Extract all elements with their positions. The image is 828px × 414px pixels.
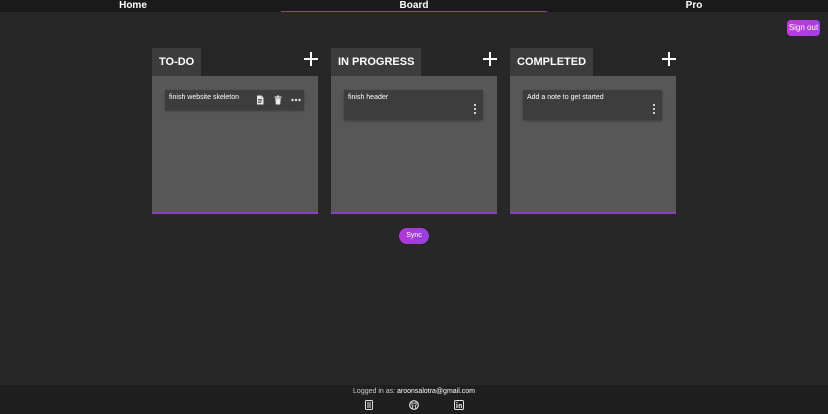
column-body: finish website skeleton [152, 76, 318, 214]
trash-icon[interactable] [273, 95, 283, 105]
user-email: aroonsalotra@gmail.com [397, 388, 475, 395]
ellipsis-icon[interactable] [291, 95, 301, 105]
column-title: TO-DO [152, 48, 202, 76]
note-card[interactable]: Add a note to get started [523, 90, 662, 120]
sign-out-button[interactable]: Sign out [787, 20, 820, 36]
add-note-plus-icon[interactable] [304, 52, 318, 66]
nav-pro-link[interactable]: Pro [560, 0, 828, 12]
column-title: IN PROGRESS [331, 48, 422, 76]
vertical-dots-icon[interactable] [652, 104, 656, 114]
github-icon[interactable] [409, 400, 419, 410]
add-note-plus-icon[interactable] [483, 52, 497, 66]
column-body: finish header [331, 76, 497, 214]
column-title: COMPLETED [510, 48, 594, 76]
nav-board-link[interactable]: Board [281, 0, 547, 12]
note-text: finish header [348, 94, 389, 101]
vertical-dots-icon[interactable] [473, 104, 477, 114]
nav-home-link[interactable]: Home [0, 0, 266, 12]
column-in-progress: IN PROGRESS finish header [331, 48, 497, 214]
portfolio-icon[interactable] [364, 400, 374, 410]
linkedin-icon[interactable] [454, 400, 464, 410]
note-actions [255, 95, 301, 105]
column-completed: COMPLETED Add a note to get started [510, 48, 676, 214]
logged-in-status: Logged in as: aroonsalotra@gmail.com [0, 387, 828, 397]
add-note-plus-icon[interactable] [662, 52, 676, 66]
document-icon[interactable] [255, 95, 265, 105]
column-todo: TO-DO finish website skeleton [152, 48, 318, 214]
logged-in-label: Logged in as: [353, 388, 396, 395]
note-text: Add a note to get started [527, 94, 604, 101]
note-card[interactable]: finish website skeleton [165, 90, 304, 110]
top-nav: Home Board Pro [0, 0, 828, 12]
note-card[interactable]: finish header [344, 90, 483, 120]
footer: Logged in as: aroonsalotra@gmail.com [0, 385, 828, 414]
column-body: Add a note to get started [510, 76, 676, 214]
sync-button[interactable]: Sync [399, 228, 429, 244]
